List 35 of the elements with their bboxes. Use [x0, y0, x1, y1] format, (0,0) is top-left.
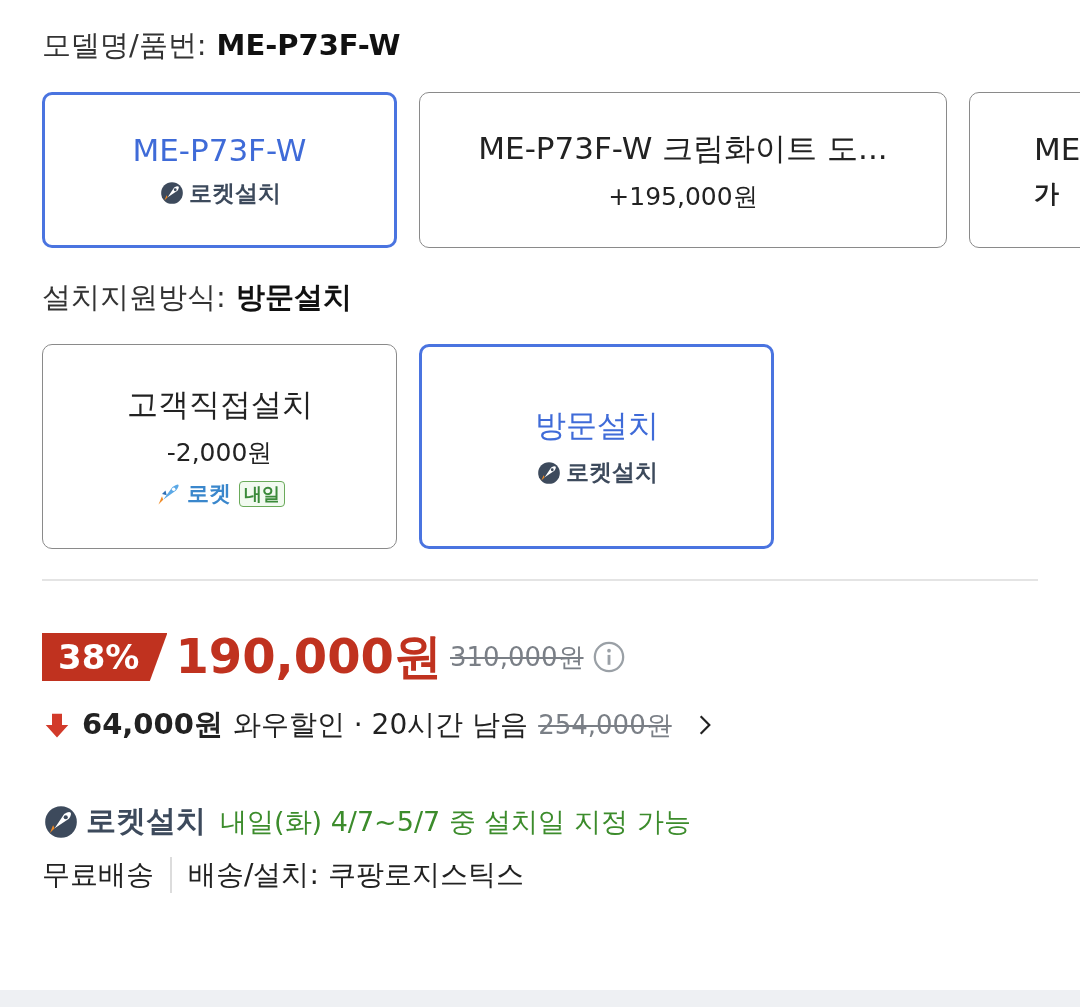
rocket-install-label: 로켓설치	[565, 458, 658, 487]
option-value: ME-P73F-W	[216, 28, 401, 62]
option-name: ME-P73F-W 크림화이트 도...	[478, 128, 888, 168]
option-card[interactable]: 방문설치 로켓설치	[419, 344, 774, 549]
wow-original-price: 254,000원	[538, 708, 672, 742]
option-name: ME	[1034, 130, 1080, 167]
option-label: 설치지원방식:	[42, 279, 226, 316]
wow-amount: 64,000원	[82, 706, 223, 743]
rocket-icon	[535, 459, 562, 486]
option-name: ME-P73F-W	[132, 131, 307, 168]
option-price: +195,000원	[608, 180, 758, 213]
option-card[interactable]: ME-P73F-W 로켓설치	[42, 92, 397, 248]
info-icon	[591, 640, 626, 674]
option-name: 고객직접설치	[126, 385, 313, 424]
delivery-message: 내일(화) 4/7~5/7 중 설치일 지정 가능	[220, 804, 691, 839]
option-label: 모델명/품번:	[42, 27, 207, 64]
sale-price: 190,000원	[175, 627, 442, 686]
option-card[interactable]: ME-P73F-W 크림화이트 도... +195,000원	[419, 92, 947, 248]
option-name: 방문설치	[534, 406, 659, 445]
wow-label: 와우할인 · 20시간 남음	[232, 707, 529, 743]
original-price: 310,000원	[450, 640, 584, 674]
rocket-install-label: 로켓설치	[86, 802, 206, 840]
carrier-text: 배송/설치: 쿠팡로지스틱스	[188, 857, 524, 893]
shipping-text: 무료배송	[42, 857, 154, 893]
rocket-install-label: 로켓설치	[188, 178, 281, 208]
option-value: 방문설치	[235, 279, 352, 316]
discount-badge: 38%	[42, 633, 168, 681]
tomorrow-tag: 내일	[238, 481, 285, 507]
rocket-label: 로켓	[186, 480, 231, 508]
option-card[interactable]: ME 가	[969, 92, 1080, 248]
rocket-icon	[158, 180, 185, 206]
option-card[interactable]: 고객직접설치 -2,000원 로켓 내일	[42, 344, 397, 549]
wow-discount-link[interactable]: 64,000원 와우할인 · 20시간 남음 254,000원	[42, 705, 718, 745]
option-price: 가	[1034, 177, 1059, 210]
option-price: -2,000원	[166, 437, 273, 469]
